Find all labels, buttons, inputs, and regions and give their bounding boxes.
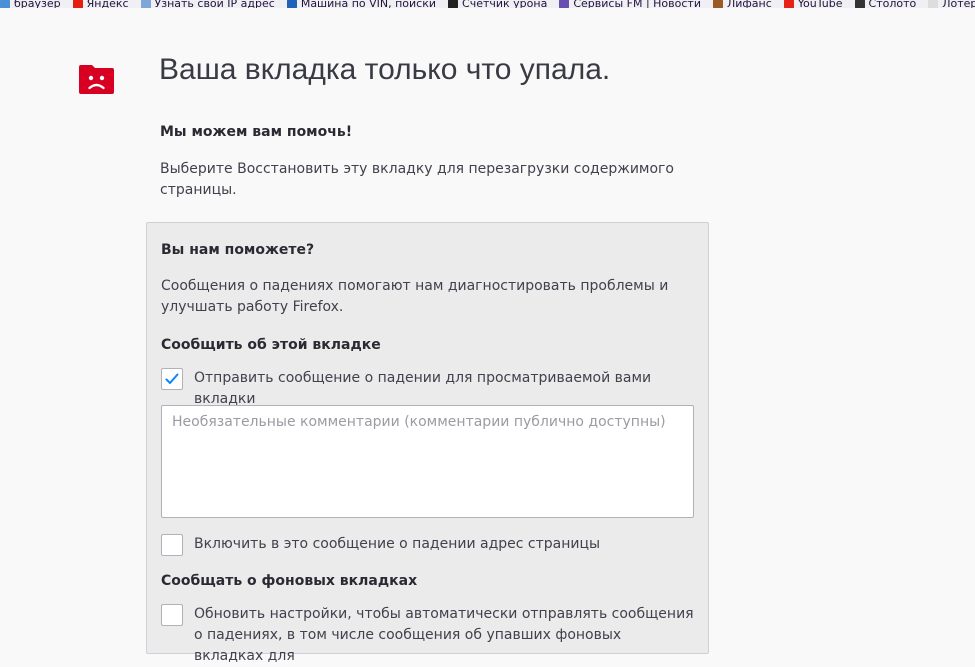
bookmark-label: Сервисы FM | Новости [573,0,701,8]
bookmarks-toolbar: браузер Яндекс Узнать свой IP адрес Машина … [0,0,975,8]
bookmark-label: Счетчик урона [462,0,548,8]
auto-submit-option[interactable]: Обновить настройки, чтобы автоматически … [161,604,694,667]
page-title: Ваша вкладка только что упала. [159,53,611,86]
bookmark-item[interactable]: Лотерея [928,0,975,8]
ip-icon [140,0,151,8]
restore-instructions: Выберите Восстановить эту вкладку для пе… [160,161,674,198]
crash-report-panel: Вы нам поможете? Сообщения о падениях по… [146,222,709,664]
bookmark-item[interactable]: Столото [854,0,917,8]
sad-tab-icon [79,65,114,94]
counter-icon [448,0,459,8]
report-tab-section-title: Сообщить об этой вкладке [161,337,381,353]
bookmark-item[interactable]: Лифанс [712,0,772,8]
youtube-icon [783,0,794,8]
checkmark-icon [165,373,179,384]
auto-submit-checkbox[interactable] [161,604,183,626]
bookmark-label: Лифанс [726,0,772,8]
send-report-checkbox[interactable] [161,368,183,390]
bookmark-item[interactable]: Яндекс [72,0,129,8]
lottery-icon [928,0,939,8]
bookmark-label: Столото [868,0,917,8]
auto-submit-label: Обновить настройки, чтобы автоматически … [194,606,694,664]
background-tabs-section-title: Сообщать о фоновых вкладках [161,573,418,589]
bookmark-label: Лотерея [942,0,975,8]
fm-icon [559,0,570,8]
car-icon [286,0,297,8]
yandex-icon [72,0,83,8]
bookmark-item[interactable]: Счетчик урона [448,0,547,8]
help-subtitle: Мы можем вам помочь! [160,124,353,140]
lifans-icon [712,0,723,8]
report-heading: Вы нам поможете? [161,242,315,258]
send-report-option[interactable]: Отправить сообщение о падении для просма… [161,368,694,410]
bookmark-item[interactable]: Сервисы FM | Новости [559,0,701,8]
bookmark-label: Яндекс [86,0,129,8]
bookmark-label: YouTube [797,0,843,8]
include-url-checkbox[interactable] [161,534,183,556]
bookmark-label: Машина по VIN, поиски [300,0,437,8]
bookmark-item[interactable]: браузер [0,0,61,8]
stoloto-icon [854,0,865,8]
report-description: Сообщения о падениях помогают нам диагно… [161,278,669,315]
include-url-label: Включить в это сообщение о падении адрес… [194,536,601,552]
include-url-option[interactable]: Включить в это сообщение о падении адрес… [161,534,694,556]
bookmark-item[interactable]: Машина по VIN, поиски [286,0,437,8]
bookmark-item[interactable]: YouTube [783,0,843,8]
comments-field[interactable] [161,405,694,518]
send-report-label: Отправить сообщение о падении для просма… [194,370,652,407]
bookmark-label: Узнать свой IP адрес [154,0,275,8]
browser-icon [0,0,10,8]
bookmark-item[interactable]: Узнать свой IP адрес [140,0,275,8]
bookmark-label: браузер [14,0,61,8]
